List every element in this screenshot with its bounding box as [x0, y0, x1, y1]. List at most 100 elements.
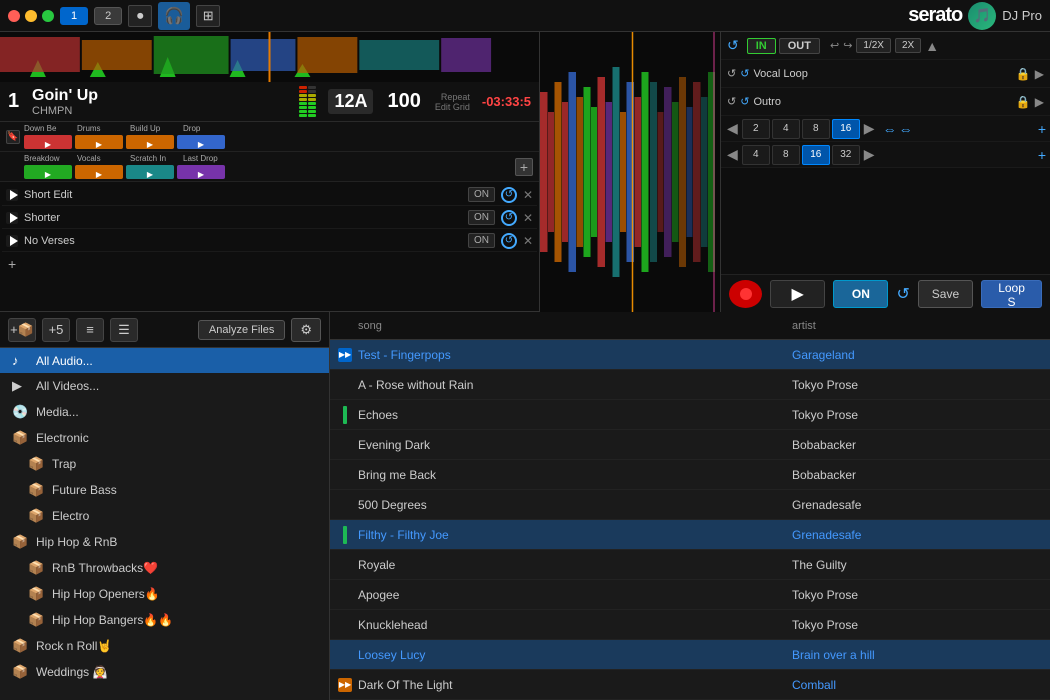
play-button[interactable]: ▶ [770, 280, 825, 308]
headphone-icon-btn[interactable]: 🎧 [158, 2, 190, 30]
loop2-play[interactable] [6, 212, 18, 224]
track-row-8[interactable]: Apogee Tokyo Prose [330, 580, 1050, 610]
loop-nav-right-2[interactable]: ▶ [864, 146, 875, 163]
track-list-header: song artist [330, 312, 1050, 340]
sidebar-item-all-audio[interactable]: ♪ All Audio... [0, 348, 329, 373]
track-row-4[interactable]: Bring me Back Bobabacker [330, 460, 1050, 490]
deck1-tab[interactable]: 1 [60, 7, 88, 25]
sidebar-item-weddings[interactable]: 📦 Weddings 👰 [0, 659, 329, 685]
loop-nav-arrows2[interactable]: ⇔ [899, 121, 913, 137]
loop-num-4b[interactable]: 4 [742, 145, 770, 165]
outro-sync2[interactable]: ↺ [740, 95, 749, 108]
vocal-loop-sync[interactable]: ↺ [740, 67, 749, 80]
sidebar-item-electro[interactable]: 📦 Electro [0, 503, 329, 529]
track-row-11[interactable]: ▶▶ Dark Of The Light Comball [330, 670, 1050, 700]
settings-button[interactable]: ⚙ [291, 318, 321, 342]
sync-loop-icon[interactable]: ↺ [896, 284, 909, 304]
deck2-tab[interactable]: 2 [94, 7, 122, 25]
loop-add-btn2[interactable]: + [1038, 147, 1046, 163]
track-row-5[interactable]: 500 Degrees Grenadesafe [330, 490, 1050, 520]
speed-up-icon[interactable]: ▲ [925, 38, 939, 54]
loop1-play[interactable] [6, 189, 18, 201]
loop-num-16-active[interactable]: 16 [832, 119, 860, 139]
save-button[interactable]: Save [918, 280, 973, 308]
loop-num-4[interactable]: 4 [772, 119, 800, 139]
sidebar-item-media[interactable]: 💿 Media... [0, 399, 329, 425]
loop-num-2[interactable]: 2 [742, 119, 770, 139]
outro-sync1[interactable]: ↺ [727, 95, 736, 108]
loop-num-32[interactable]: 32 [832, 145, 860, 165]
sidebar-item-rnb-throwbacks[interactable]: 📦 RnB Throwbacks❤️ [0, 555, 329, 581]
in-button[interactable]: IN [747, 38, 776, 54]
cue-btn-last-drop[interactable]: ▶ [177, 165, 225, 179]
cue-btn-drop[interactable]: ▶ [177, 135, 225, 149]
loop-nav-left-1[interactable]: ◀ [727, 120, 738, 137]
loop-s-button[interactable]: Loop S [981, 280, 1042, 308]
loop-add-btn[interactable]: + [1038, 121, 1046, 137]
sidebar-item-hip-hop-bangers[interactable]: 📦 Hip Hop Bangers🔥🔥 [0, 607, 329, 633]
close-button[interactable] [8, 10, 20, 22]
sidebar-item-hip-hop-openers[interactable]: 📦 Hip Hop Openers🔥 [0, 581, 329, 607]
sidebar-item-future-bass[interactable]: 📦 Future Bass [0, 477, 329, 503]
track-row-7[interactable]: Royale The Guilty [330, 550, 1050, 580]
add-cue-button[interactable]: + [515, 158, 533, 176]
half-speed-btn[interactable]: 1/2X [856, 38, 891, 53]
cue-btn-build-up[interactable]: ▶ [126, 135, 174, 149]
loop3-sync[interactable]: ↺ [501, 233, 517, 249]
sidebar-item-electronic[interactable]: 📦 Electronic [0, 425, 329, 451]
track-song-5: 500 Degrees [358, 498, 792, 512]
on-button[interactable]: ON [833, 280, 888, 308]
loop2-remove[interactable]: ✕ [523, 211, 533, 225]
loop1-sync[interactable]: ↺ [501, 187, 517, 203]
cue-btn-breakdown[interactable]: ▶ [24, 165, 72, 179]
track-row-0[interactable]: ▶▶ Test - Fingerpops Garageland [330, 340, 1050, 370]
sidebar-item-rock[interactable]: 📦 Rock n Roll🤘 [0, 633, 329, 659]
list-view-btn[interactable]: ≡ [76, 318, 104, 342]
maximize-button[interactable] [42, 10, 54, 22]
record-button[interactable] [729, 280, 762, 308]
loop-back-icon[interactable]: ↩ [830, 39, 839, 52]
loop3-remove[interactable]: ✕ [523, 234, 533, 248]
sidebar-item-trap[interactable]: 📦 Trap [0, 451, 329, 477]
loop1-remove[interactable]: ✕ [523, 188, 533, 202]
outro-lock: 🔒 [1016, 95, 1031, 109]
cue-btn-down-be[interactable]: ▶ [24, 135, 72, 149]
detail-view-btn[interactable]: ☰ [110, 318, 138, 342]
cue-btn-drums[interactable]: ▶ [75, 135, 123, 149]
track-row-9[interactable]: Knucklehead Tokyo Prose [330, 610, 1050, 640]
loop-num-8b[interactable]: 8 [772, 145, 800, 165]
grid-icon-btn[interactable]: ⊞ [196, 5, 220, 27]
track-row-10[interactable]: Loosey Lucy Brain over a hill [330, 640, 1050, 670]
loop-num-8[interactable]: 8 [802, 119, 830, 139]
out-button[interactable]: OUT [779, 38, 820, 54]
sync-icon-1[interactable]: ↺ [727, 37, 739, 54]
add-smart-btn[interactable]: +5 [42, 318, 70, 342]
loop2-sync[interactable]: ↺ [501, 210, 517, 226]
record-icon-btn[interactable]: ⏺ [128, 5, 152, 27]
sidebar-item-hip-hop[interactable]: 📦 Hip Hop & RnB [0, 529, 329, 555]
track-song-7: Royale [358, 558, 792, 572]
add-loop-btn[interactable]: + [2, 253, 537, 275]
cue-label-build-up: Build Up [130, 124, 180, 133]
loop-num-16b[interactable]: 16 [802, 145, 830, 165]
loop-nav-right-1[interactable]: ▶ [864, 120, 875, 137]
loop3-on: ON [468, 233, 495, 248]
loop3-play[interactable] [6, 235, 18, 247]
track-row-3[interactable]: Evening Dark Bobabacker [330, 430, 1050, 460]
analyze-files-button[interactable]: Analyze Files [198, 320, 285, 340]
track-row-1[interactable]: A - Rose without Rain Tokyo Prose [330, 370, 1050, 400]
cue-bookmark[interactable]: 🔖 [6, 130, 20, 144]
loop-nav-left-2[interactable]: ◀ [727, 146, 738, 163]
vocal-sync-icon[interactable]: ↺ [727, 67, 736, 80]
loop-nav-arrows[interactable]: ⇔ [883, 121, 897, 137]
add-crate-btn[interactable]: +📦 [8, 318, 36, 342]
cue-btn-scratch[interactable]: ▶ [126, 165, 174, 179]
track-row-6[interactable]: Filthy - Filthy Joe Grenadesafe [330, 520, 1050, 550]
track-row-2[interactable]: Echoes Tokyo Prose [330, 400, 1050, 430]
minimize-button[interactable] [25, 10, 37, 22]
double-speed-btn[interactable]: 2X [895, 38, 921, 53]
sidebar-item-all-videos[interactable]: ▶ All Videos... [0, 373, 329, 399]
cue-btn-vocals[interactable]: ▶ [75, 165, 123, 179]
serato-icon: 🎵 [968, 2, 996, 30]
loop-forward-icon[interactable]: ↪ [843, 39, 852, 52]
